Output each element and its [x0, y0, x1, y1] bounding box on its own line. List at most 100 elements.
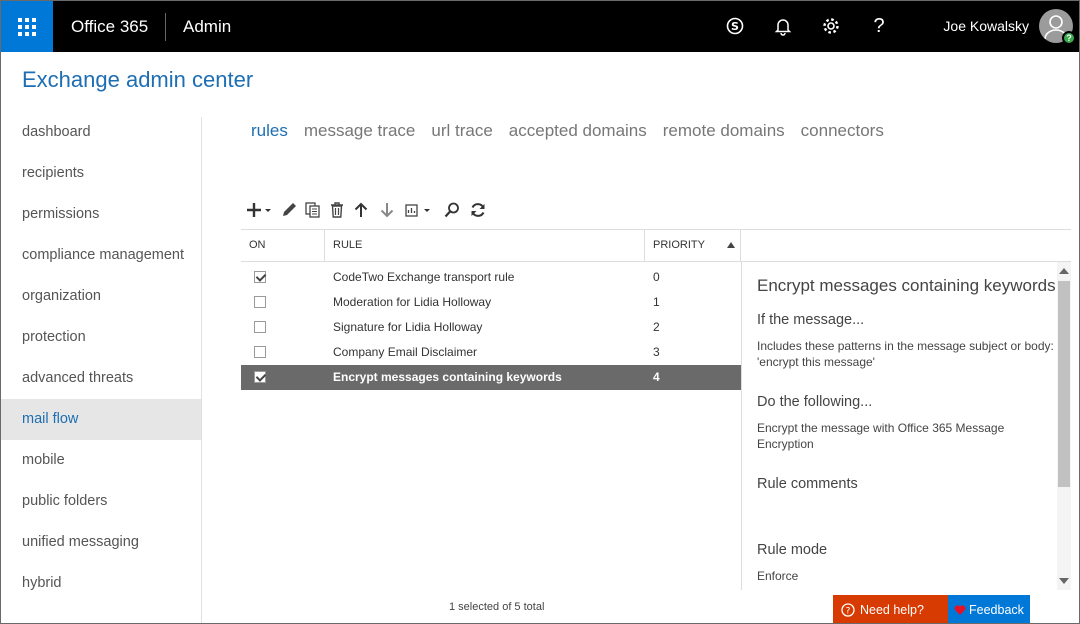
column-header-rule[interactable]: RULE — [325, 230, 644, 261]
feedback-label: Feedback — [969, 603, 1024, 617]
bell-icon[interactable] — [772, 15, 794, 37]
table-row[interactable]: Moderation for Lidia Holloway 1 — [241, 290, 741, 315]
detail-comments-heading: Rule comments — [757, 476, 858, 492]
move-up-button[interactable] — [351, 199, 371, 221]
rules-table: ON RULE PRIORITY CodeTwo Exchange transp… — [241, 229, 1071, 590]
svg-text:S: S — [731, 20, 739, 33]
tab-rules[interactable]: rules — [251, 121, 288, 141]
tab-connectors[interactable]: connectors — [801, 121, 884, 141]
detail-scrollbar[interactable] — [1057, 262, 1071, 590]
section-title[interactable]: Admin — [183, 1, 231, 52]
sort-ascending-icon — [727, 242, 735, 248]
column-header-on[interactable]: ON — [241, 230, 324, 261]
add-button[interactable] — [245, 199, 275, 221]
top-bar: Office 365 Admin S ? Joe Kowalsky ? — [1, 1, 1079, 52]
copy-icon — [305, 202, 320, 218]
rule-enabled-checkbox[interactable] — [254, 271, 266, 283]
nav-item-mobile[interactable]: mobile — [1, 440, 201, 481]
copy-button[interactable] — [303, 199, 323, 221]
rule-name: Company Email Disclaimer — [333, 345, 478, 359]
table-header: ON RULE PRIORITY — [241, 230, 1071, 262]
detail-do-heading: Do the following... — [757, 394, 873, 410]
nav-item-compliance-management[interactable]: compliance management — [1, 235, 201, 276]
tab-url-trace[interactable]: url trace — [431, 121, 492, 141]
delete-icon — [331, 202, 343, 218]
svg-text:?: ? — [846, 607, 851, 617]
more-button[interactable] — [403, 199, 437, 221]
rule-priority: 2 — [653, 320, 660, 334]
column-header-priority-label: PRIORITY — [653, 239, 705, 251]
rule-name: Moderation for Lidia Holloway — [333, 295, 492, 309]
nav-item-dashboard[interactable]: dashboard — [1, 112, 201, 153]
feedback-button[interactable]: Feedback — [948, 595, 1030, 623]
move-down-button[interactable] — [375, 199, 399, 221]
user-name[interactable]: Joe Kowalsky — [943, 1, 1029, 52]
tab-accepted-domains[interactable]: accepted domains — [509, 121, 647, 141]
detail-title: Encrypt messages containing keywords — [757, 276, 1056, 295]
table-row[interactable]: Signature for Lidia Holloway 2 — [241, 315, 741, 340]
help-circle-icon: ? — [841, 603, 855, 617]
nav-item-organization[interactable]: organization — [1, 276, 201, 317]
rule-name: CodeTwo Exchange transport rule — [333, 270, 515, 284]
table-row[interactable]: Company Email Disclaimer 3 — [241, 340, 741, 365]
eac-window: Office 365 Admin S ? Joe Kowalsky ? Exch… — [0, 0, 1080, 624]
rule-enabled-checkbox[interactable] — [254, 296, 266, 308]
edit-button[interactable] — [279, 199, 299, 221]
scroll-down-icon[interactable] — [1059, 578, 1069, 584]
need-help-label: Need help? — [860, 603, 924, 617]
skype-icon[interactable]: S — [724, 15, 746, 37]
detail-mode-heading: Rule mode — [757, 542, 828, 558]
tab-message-trace[interactable]: message trace — [304, 121, 416, 141]
search-icon — [444, 202, 459, 218]
rule-enabled-checkbox[interactable] — [254, 371, 266, 383]
rule-enabled-checkbox[interactable] — [254, 321, 266, 333]
edit-icon — [283, 203, 296, 216]
rule-name: Encrypt messages containing keywords — [333, 370, 562, 384]
topbar-divider — [165, 13, 166, 41]
nav-item-advanced-threats[interactable]: advanced threats — [1, 358, 201, 399]
app-launcher-button[interactable] — [1, 1, 53, 52]
tab-bar: rules message trace url trace accepted d… — [251, 121, 900, 141]
nav-item-public-folders[interactable]: public folders — [1, 481, 201, 522]
nav-item-permissions[interactable]: permissions — [1, 194, 201, 235]
rule-enabled-checkbox[interactable] — [254, 346, 266, 358]
toolbar — [245, 198, 493, 222]
detail-if-heading: If the message... — [757, 312, 865, 328]
detail-divider — [741, 262, 742, 590]
presence-badge: ? — [1062, 31, 1076, 45]
help-icon[interactable]: ? — [868, 15, 890, 37]
selection-status: 1 selected of 5 total — [449, 601, 545, 613]
more-icon — [405, 204, 430, 217]
table-row[interactable]: CodeTwo Exchange transport rule 0 — [241, 265, 741, 290]
heart-icon — [954, 605, 966, 615]
detail-mode-value: Enforce — [757, 569, 799, 583]
add-icon — [247, 203, 271, 217]
nav-item-hybrid[interactable]: hybrid — [1, 563, 201, 604]
rule-name: Signature for Lidia Holloway — [333, 320, 483, 334]
table-row-selected[interactable]: Encrypt messages containing keywords 4 — [241, 365, 741, 390]
refresh-button[interactable] — [467, 199, 489, 221]
table-body: CodeTwo Exchange transport rule 0 Modera… — [241, 265, 741, 390]
gear-icon[interactable] — [820, 15, 842, 37]
search-button[interactable] — [441, 199, 463, 221]
move-down-icon — [380, 203, 394, 218]
rule-priority: 1 — [653, 295, 660, 309]
detail-do-text: Encrypt the message with Office 365 Mess… — [757, 421, 1005, 451]
delete-button[interactable] — [327, 199, 347, 221]
nav-item-mail-flow[interactable]: mail flow — [1, 399, 201, 440]
nav-item-unified-messaging[interactable]: unified messaging — [1, 522, 201, 563]
refresh-icon — [471, 203, 485, 217]
brand-link[interactable]: Office 365 — [71, 1, 148, 52]
scroll-up-icon[interactable] — [1059, 268, 1069, 274]
move-up-icon — [354, 202, 368, 217]
left-nav: dashboard recipients permissions complia… — [1, 112, 201, 604]
column-divider — [740, 230, 741, 261]
waffle-icon — [18, 17, 36, 36]
scroll-thumb[interactable] — [1058, 281, 1070, 487]
nav-divider — [201, 117, 202, 623]
tab-remote-domains[interactable]: remote domains — [663, 121, 785, 141]
rule-priority: 0 — [653, 270, 660, 284]
nav-item-recipients[interactable]: recipients — [1, 153, 201, 194]
nav-item-protection[interactable]: protection — [1, 317, 201, 358]
need-help-button[interactable]: ? Need help? — [833, 595, 948, 623]
